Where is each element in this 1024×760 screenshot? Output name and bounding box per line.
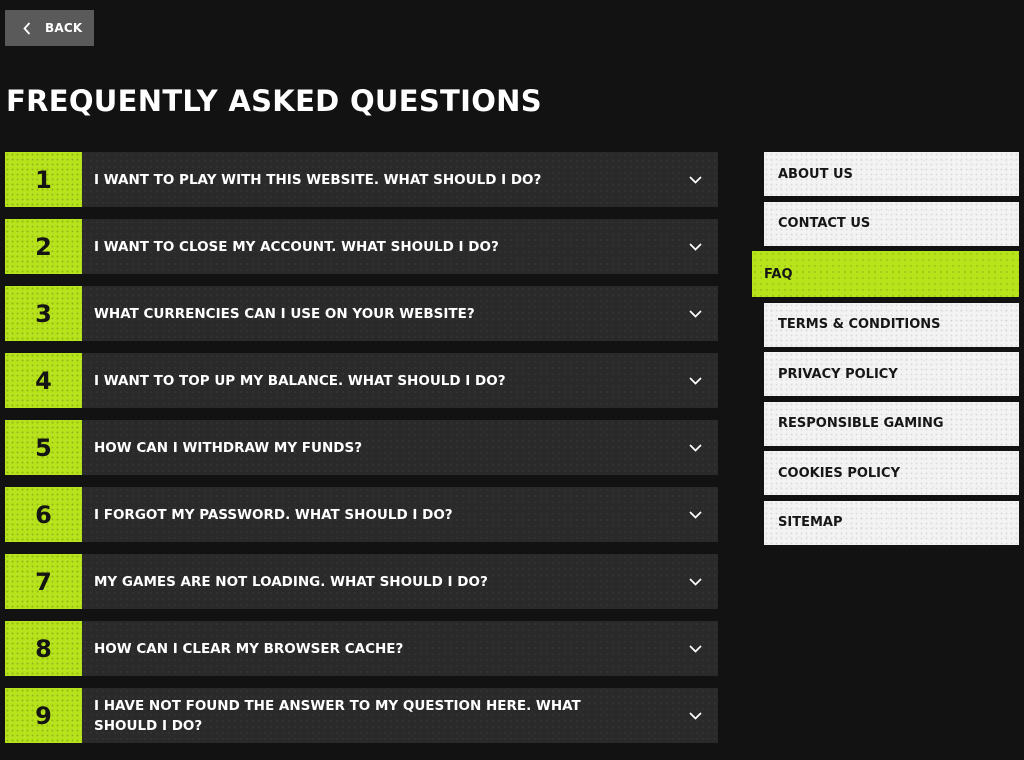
faq-item[interactable]: 7 MY GAMES ARE NOT LOADING. WHAT SHOULD …	[5, 554, 718, 609]
side-nav: ABOUT US CONTACT US FAQ TERMS & CONDITIO…	[752, 152, 1019, 550]
faq-number: 9	[5, 688, 82, 743]
faq-body: I FORGOT MY PASSWORD. WHAT SHOULD I DO?	[82, 487, 718, 542]
faq-question: MY GAMES ARE NOT LOADING. WHAT SHOULD I …	[94, 573, 488, 590]
nav-item-sitemap[interactable]: SITEMAP	[764, 500, 1019, 545]
nav-item-terms-conditions[interactable]: TERMS & CONDITIONS	[764, 302, 1019, 347]
chevron-down-icon[interactable]	[689, 309, 702, 318]
faq-list: 1 I WANT TO PLAY WITH THIS WEBSITE. WHAT…	[5, 152, 718, 755]
faq-page: BACK FREQUENTLY ASKED QUESTIONS 1 I WANT…	[0, 0, 1024, 760]
chevron-down-icon[interactable]	[689, 242, 702, 251]
faq-question: WHAT CURRENCIES CAN I USE ON YOUR WEBSIT…	[94, 305, 475, 322]
chevron-down-icon[interactable]	[689, 644, 702, 653]
faq-item[interactable]: 2 I WANT TO CLOSE MY ACCOUNT. WHAT SHOUL…	[5, 219, 718, 274]
faq-number: 8	[5, 621, 82, 676]
faq-question: HOW CAN I CLEAR MY BROWSER CACHE?	[94, 640, 404, 657]
chevron-down-icon[interactable]	[689, 510, 702, 519]
faq-item[interactable]: 1 I WANT TO PLAY WITH THIS WEBSITE. WHAT…	[5, 152, 718, 207]
chevron-down-icon[interactable]	[689, 376, 702, 385]
faq-body: I WANT TO TOP UP MY BALANCE. WHAT SHOULD…	[82, 353, 718, 408]
faq-body: I HAVE NOT FOUND THE ANSWER TO MY QUESTI…	[82, 688, 718, 743]
faq-number: 2	[5, 219, 82, 274]
faq-body: WHAT CURRENCIES CAN I USE ON YOUR WEBSIT…	[82, 286, 718, 341]
faq-number: 5	[5, 420, 82, 475]
nav-item-about-us[interactable]: ABOUT US	[764, 152, 1019, 196]
back-button[interactable]: BACK	[5, 10, 94, 46]
faq-body: I WANT TO CLOSE MY ACCOUNT. WHAT SHOULD …	[82, 219, 718, 274]
faq-question: I FORGOT MY PASSWORD. WHAT SHOULD I DO?	[94, 506, 453, 523]
faq-question: HOW CAN I WITHDRAW MY FUNDS?	[94, 439, 363, 456]
nav-item-faq[interactable]: FAQ	[752, 251, 1019, 297]
faq-number: 6	[5, 487, 82, 542]
chevron-down-icon[interactable]	[689, 175, 702, 184]
faq-question: I HAVE NOT FOUND THE ANSWER TO MY QUESTI…	[94, 697, 581, 734]
faq-item[interactable]: 3 WHAT CURRENCIES CAN I USE ON YOUR WEBS…	[5, 286, 718, 341]
nav-item-responsible-gaming[interactable]: RESPONSIBLE GAMING	[764, 401, 1019, 446]
faq-item[interactable]: 4 I WANT TO TOP UP MY BALANCE. WHAT SHOU…	[5, 353, 718, 408]
faq-item[interactable]: 9 I HAVE NOT FOUND THE ANSWER TO MY QUES…	[5, 688, 718, 743]
faq-item[interactable]: 5 HOW CAN I WITHDRAW MY FUNDS?	[5, 420, 718, 475]
faq-body: HOW CAN I CLEAR MY BROWSER CACHE?	[82, 621, 718, 676]
nav-item-privacy-policy[interactable]: PRIVACY POLICY	[764, 352, 1019, 396]
faq-item[interactable]: 6 I FORGOT MY PASSWORD. WHAT SHOULD I DO…	[5, 487, 718, 542]
nav-item-cookies-policy[interactable]: COOKIES POLICY	[764, 451, 1019, 495]
faq-body: MY GAMES ARE NOT LOADING. WHAT SHOULD I …	[82, 554, 718, 609]
faq-body: I WANT TO PLAY WITH THIS WEBSITE. WHAT S…	[82, 152, 718, 207]
faq-number: 1	[5, 152, 82, 207]
chevron-down-icon[interactable]	[689, 711, 702, 720]
faq-question: I WANT TO CLOSE MY ACCOUNT. WHAT SHOULD …	[94, 238, 499, 255]
nav-item-contact-us[interactable]: CONTACT US	[764, 201, 1019, 246]
faq-number: 4	[5, 353, 82, 408]
faq-question: I WANT TO TOP UP MY BALANCE. WHAT SHOULD…	[94, 372, 506, 389]
faq-number: 7	[5, 554, 82, 609]
page-title: FREQUENTLY ASKED QUESTIONS	[6, 84, 542, 118]
back-label: BACK	[45, 21, 83, 35]
chevron-down-icon[interactable]	[689, 577, 702, 586]
faq-question: I WANT TO PLAY WITH THIS WEBSITE. WHAT S…	[94, 171, 542, 188]
chevron-down-icon[interactable]	[689, 443, 702, 452]
faq-body: HOW CAN I WITHDRAW MY FUNDS?	[82, 420, 718, 475]
chevron-left-icon	[23, 21, 31, 35]
faq-item[interactable]: 8 HOW CAN I CLEAR MY BROWSER CACHE?	[5, 621, 718, 676]
faq-number: 3	[5, 286, 82, 341]
